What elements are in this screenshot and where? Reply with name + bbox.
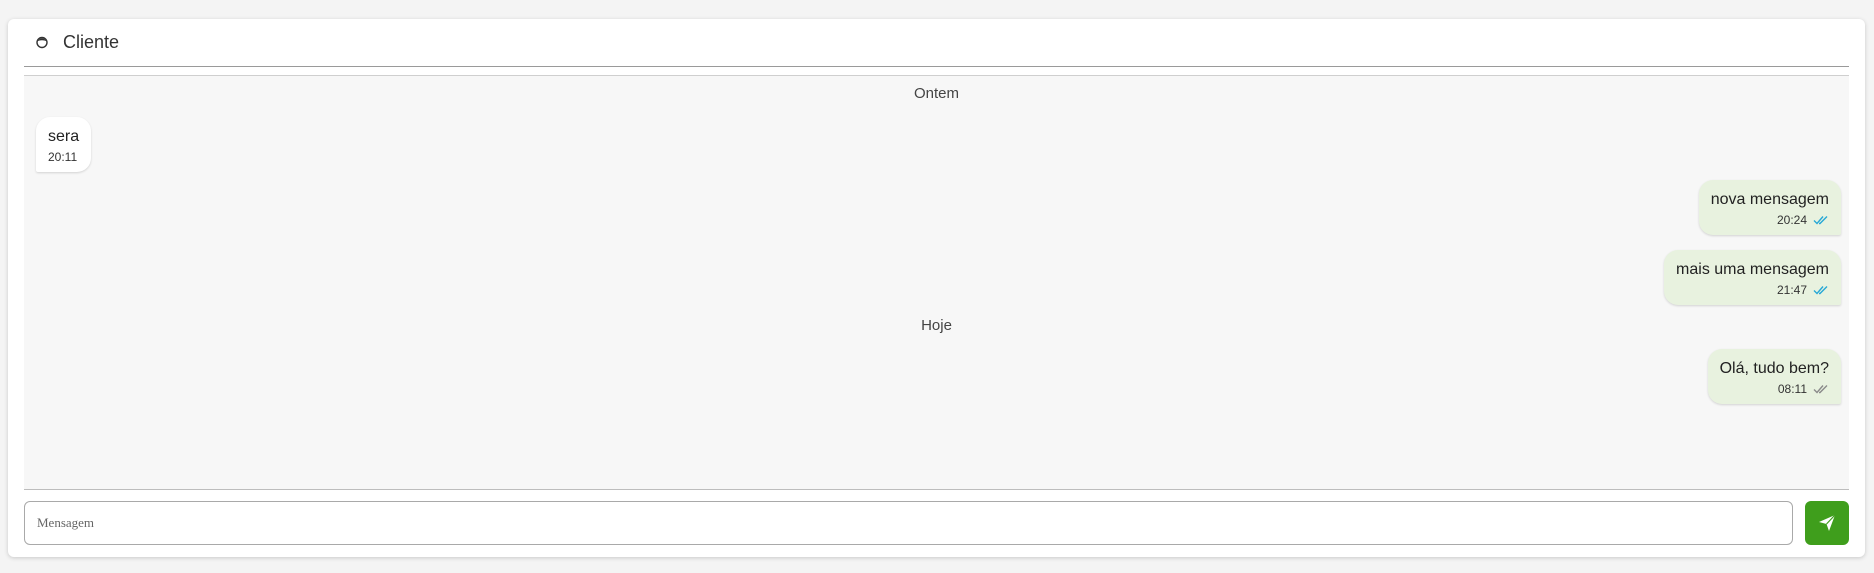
message-time: 20:24 [1776,213,1807,227]
chat-card: Cliente Ontem sera 20:11 nova mensagem 2… [8,19,1865,557]
send-button[interactable] [1805,501,1849,545]
message-text: mais uma mensagem [1676,261,1829,278]
message-list[interactable]: Ontem sera 20:11 nova mensagem 20:24 mai… [24,75,1849,490]
message-bubble-outgoing[interactable]: Olá, tudo bem? 08:11 [1707,349,1841,404]
message-bubble-outgoing[interactable]: mais uma mensagem 21:47 [1664,250,1841,305]
message-text: sera [48,128,80,145]
message-composer [24,501,1849,545]
contact-name: Cliente [63,32,120,52]
read-double-check-icon [1813,216,1828,225]
message-bubble-incoming[interactable]: sera 20:11 [36,117,92,172]
day-separator: Hoje [921,317,952,334]
message-time: 20:11 [48,150,78,164]
message-text: Olá, tudo bem? [1719,360,1829,377]
message-time: 21:47 [1776,283,1807,297]
message-bubble-outgoing[interactable]: nova mensagem 20:24 [1698,180,1841,235]
delivered-double-check-icon [1813,385,1828,394]
read-double-check-icon [1813,286,1828,295]
day-separator: Ontem [913,85,959,102]
send-icon [1819,514,1836,531]
message-time: 08:11 [1777,382,1807,396]
message-text: nova mensagem [1710,191,1829,208]
chat-header: Cliente [24,19,1849,67]
message-input[interactable] [24,501,1793,545]
user-avatar-icon [35,36,49,50]
